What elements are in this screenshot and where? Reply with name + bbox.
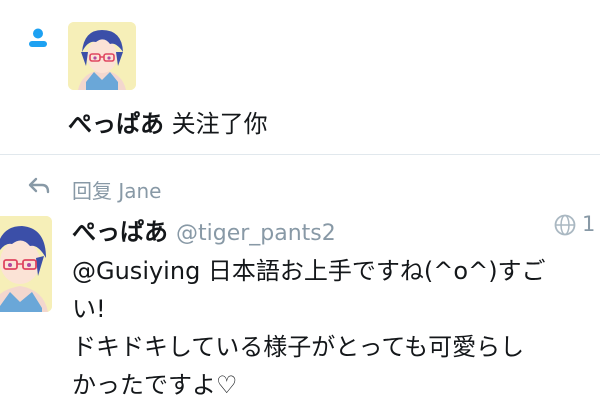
follower-avatar[interactable] — [68, 22, 136, 90]
tweet-author-handle[interactable]: @tiger_pants2 — [176, 221, 336, 246]
divider — [0, 154, 600, 155]
person-icon — [29, 28, 47, 47]
tweet-text-line: かったですよ♡ — [72, 371, 238, 399]
follow-notification-text: ぺっぱあ 关注了你 — [68, 104, 268, 139]
globe-icon — [554, 214, 576, 236]
tweet-author-avatar[interactable] — [0, 216, 52, 312]
tweet-text-line: @Gusiying 日本語お上手ですね(^o^)すご — [72, 257, 546, 285]
follow-action-text: 关注了你 — [164, 110, 268, 138]
tweet-text: @Gusiying 日本語お上手ですね(^o^)すご い! ドキドキしている様子… — [72, 252, 600, 404]
follower-name[interactable]: ぺっぱあ — [68, 110, 164, 138]
tweet-author-name[interactable]: ぺっぱあ — [72, 218, 168, 246]
tweet-timestamp[interactable]: 1 — [582, 212, 595, 236]
tweet-text-line: い! — [72, 295, 106, 323]
tweet-header: ぺっぱあ @tiger_pants2 — [72, 212, 336, 247]
reply-context-text[interactable]: 回复 Jane — [72, 175, 162, 204]
tweet-text-line: ドキドキしている様子がとっても可愛らし — [72, 333, 525, 361]
reply-arrow-icon — [28, 177, 50, 194]
